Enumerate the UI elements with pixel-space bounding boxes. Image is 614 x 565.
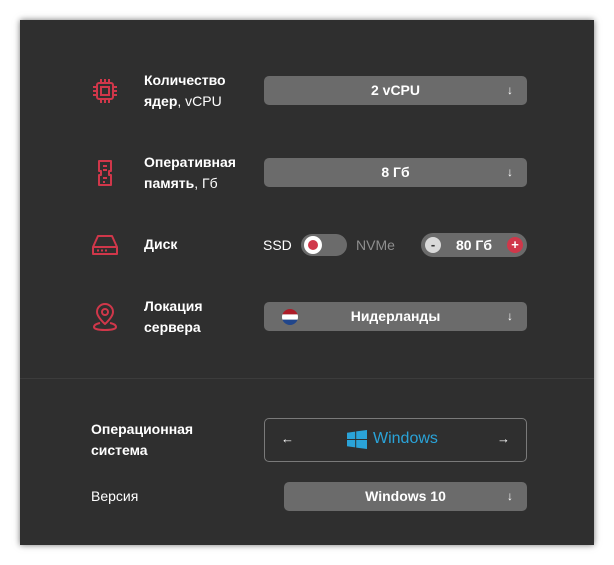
location-select[interactable]: Нидерланды ↓ <box>264 302 527 331</box>
location-label-line1: Локация <box>144 298 203 314</box>
disk-label-text: Диск <box>144 236 178 252</box>
disk-size-stepper: - 80 Гб + <box>421 233 527 257</box>
version-label: Версия <box>91 488 139 504</box>
os-prev-button[interactable]: ← <box>281 431 294 446</box>
cpu-icon <box>93 79 117 103</box>
chevron-down-icon: ↓ <box>507 83 513 97</box>
section-divider <box>20 378 594 379</box>
cpu-select-value: 2 vCPU <box>370 82 421 98</box>
ram-label-unit: , Гб <box>194 175 218 191</box>
cpu-label: Количество ядер, vCPU <box>144 70 226 112</box>
os-label-line2: система <box>91 442 148 458</box>
os-label: Операционная система <box>91 419 193 461</box>
cpu-select[interactable]: 2 vCPU ↓ <box>264 76 527 105</box>
disk-type-nvme-label[interactable]: NVMe <box>356 236 395 254</box>
ram-label-line1: Оперативная <box>144 154 236 170</box>
disk-type-switch[interactable] <box>301 234 347 256</box>
disk-icon <box>92 235 118 255</box>
disk-size-decrease-button[interactable]: - <box>425 237 441 253</box>
os-label-line1: Операционная <box>91 421 194 437</box>
ram-select-value: 8 Гб <box>381 164 410 180</box>
os-next-button[interactable]: → <box>497 431 510 446</box>
chevron-down-icon: ↓ <box>507 165 513 179</box>
windows-logo-icon <box>347 430 367 449</box>
cpu-label-line1: Количество <box>144 72 226 88</box>
location-pin-icon <box>92 303 118 332</box>
chevron-down-icon: ↓ <box>507 489 513 503</box>
disk-label: Диск <box>144 234 177 255</box>
cpu-label-line2: ядер <box>144 93 178 109</box>
os-current-name: Windows <box>373 430 438 447</box>
server-config-panel: Количество ядер, vCPU 2 vCPU ↓ Оперативн… <box>20 20 594 545</box>
disk-size-increase-button[interactable]: + <box>507 237 523 253</box>
ram-select[interactable]: 8 Гб ↓ <box>264 158 527 187</box>
location-label: Локация сервера <box>144 296 203 338</box>
disk-size-value: 80 Гб <box>455 237 493 253</box>
ram-label: Оперативная память, Гб <box>144 152 236 194</box>
disk-type-switch-knob <box>304 236 322 254</box>
version-select-value: Windows 10 <box>365 488 446 504</box>
netherlands-flag-icon <box>282 309 298 325</box>
cpu-label-unit: , vCPU <box>177 93 222 109</box>
location-select-value: Нидерланды <box>350 308 441 324</box>
chevron-down-icon: ↓ <box>507 309 513 323</box>
version-select[interactable]: Windows 10 ↓ <box>284 482 527 511</box>
ram-label-line2: память <box>144 175 195 191</box>
location-label-line2: сервера <box>144 319 201 335</box>
os-carousel: ← Windows → <box>264 418 527 462</box>
disk-type-ssd-label[interactable]: SSD <box>263 236 292 254</box>
memory-icon <box>98 160 112 186</box>
